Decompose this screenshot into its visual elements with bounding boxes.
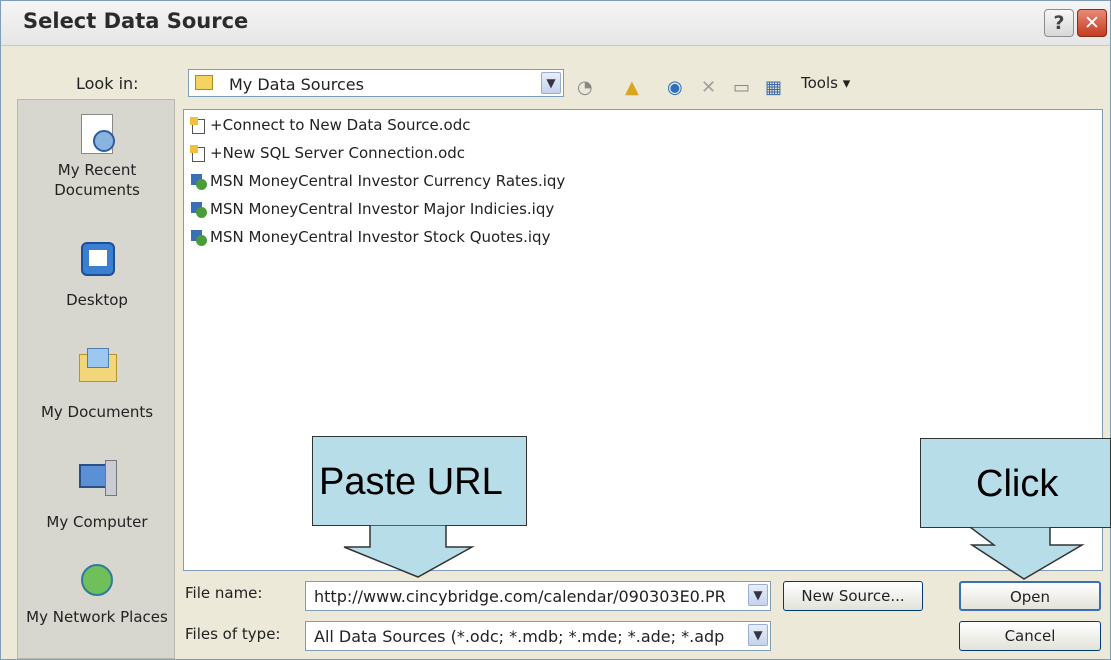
- iqy-file-icon: [190, 201, 208, 219]
- place-recent-documents[interactable]: My Recent Documents: [18, 112, 176, 200]
- paste-url-callout: Paste URL: [312, 436, 527, 578]
- folder-icon: [195, 75, 213, 90]
- click-box: Click: [920, 438, 1111, 528]
- delete-icon[interactable]: ✕: [701, 77, 716, 98]
- arrow-down-icon: [968, 527, 1085, 580]
- recent-documents-icon: [75, 112, 119, 156]
- file-name-value: http://www.cincybridge.com/calendar/0903…: [314, 587, 726, 606]
- close-button[interactable]: ✕: [1077, 9, 1107, 37]
- title-bar: Select Data Source ? ✕: [1, 1, 1110, 46]
- look-in-label: Look in:: [76, 74, 139, 93]
- files-of-type-value: All Data Sources (*.odc; *.mdb; *.mde; *…: [314, 627, 725, 646]
- look-in-combo[interactable]: My Data Sources ▼: [188, 69, 564, 97]
- chevron-down-icon[interactable]: ▼: [748, 624, 768, 646]
- places-bar: My Recent Documents Desktop My Documents…: [17, 99, 175, 659]
- tools-menu[interactable]: Tools ▾: [801, 74, 850, 92]
- list-item[interactable]: +Connect to New Data Source.odc: [190, 116, 471, 138]
- click-callout: Click: [920, 438, 1111, 580]
- place-desktop[interactable]: Desktop: [18, 238, 176, 310]
- place-network[interactable]: My Network Places: [18, 560, 176, 627]
- dialog-title: Select Data Source: [23, 9, 249, 33]
- desktop-icon: [75, 238, 119, 282]
- paste-url-box: Paste URL: [312, 436, 527, 526]
- odc-file-icon: [190, 116, 208, 135]
- open-button[interactable]: Open: [959, 581, 1101, 611]
- help-button[interactable]: ?: [1044, 9, 1074, 37]
- arrow-down-icon: [343, 525, 475, 578]
- chevron-down-icon[interactable]: ▼: [541, 72, 561, 94]
- my-documents-icon: [75, 344, 119, 388]
- place-my-computer[interactable]: My Computer: [18, 458, 176, 532]
- new-folder-icon[interactable]: ▭: [733, 77, 750, 98]
- files-of-type-label: Files of type:: [185, 625, 281, 643]
- search-web-icon[interactable]: ◉: [667, 77, 683, 98]
- iqy-file-icon: [190, 173, 208, 191]
- odc-file-icon: [190, 144, 208, 163]
- file-name-label: File name:: [185, 584, 263, 602]
- list-item[interactable]: MSN MoneyCentral Investor Currency Rates…: [190, 172, 565, 194]
- chevron-down-icon[interactable]: ▼: [748, 584, 768, 606]
- iqy-file-icon: [190, 229, 208, 247]
- up-folder-icon[interactable]: ▲: [625, 77, 639, 98]
- place-my-documents[interactable]: My Documents: [18, 344, 176, 422]
- list-item[interactable]: MSN MoneyCentral Investor Stock Quotes.i…: [190, 228, 550, 250]
- list-item[interactable]: +New SQL Server Connection.odc: [190, 144, 465, 166]
- file-name-input[interactable]: http://www.cincybridge.com/calendar/0903…: [305, 581, 771, 611]
- files-of-type-select[interactable]: All Data Sources (*.odc; *.mdb; *.mde; *…: [305, 621, 771, 651]
- list-item[interactable]: MSN MoneyCentral Investor Major Indicies…: [190, 200, 554, 222]
- my-computer-icon: [75, 458, 119, 502]
- look-in-value: My Data Sources: [229, 75, 364, 94]
- cancel-button[interactable]: Cancel: [959, 621, 1101, 651]
- views-icon[interactable]: ▦: [765, 77, 782, 98]
- back-icon[interactable]: ◔: [577, 77, 593, 98]
- network-places-icon: [75, 560, 119, 604]
- new-source-button[interactable]: New Source...: [783, 581, 923, 611]
